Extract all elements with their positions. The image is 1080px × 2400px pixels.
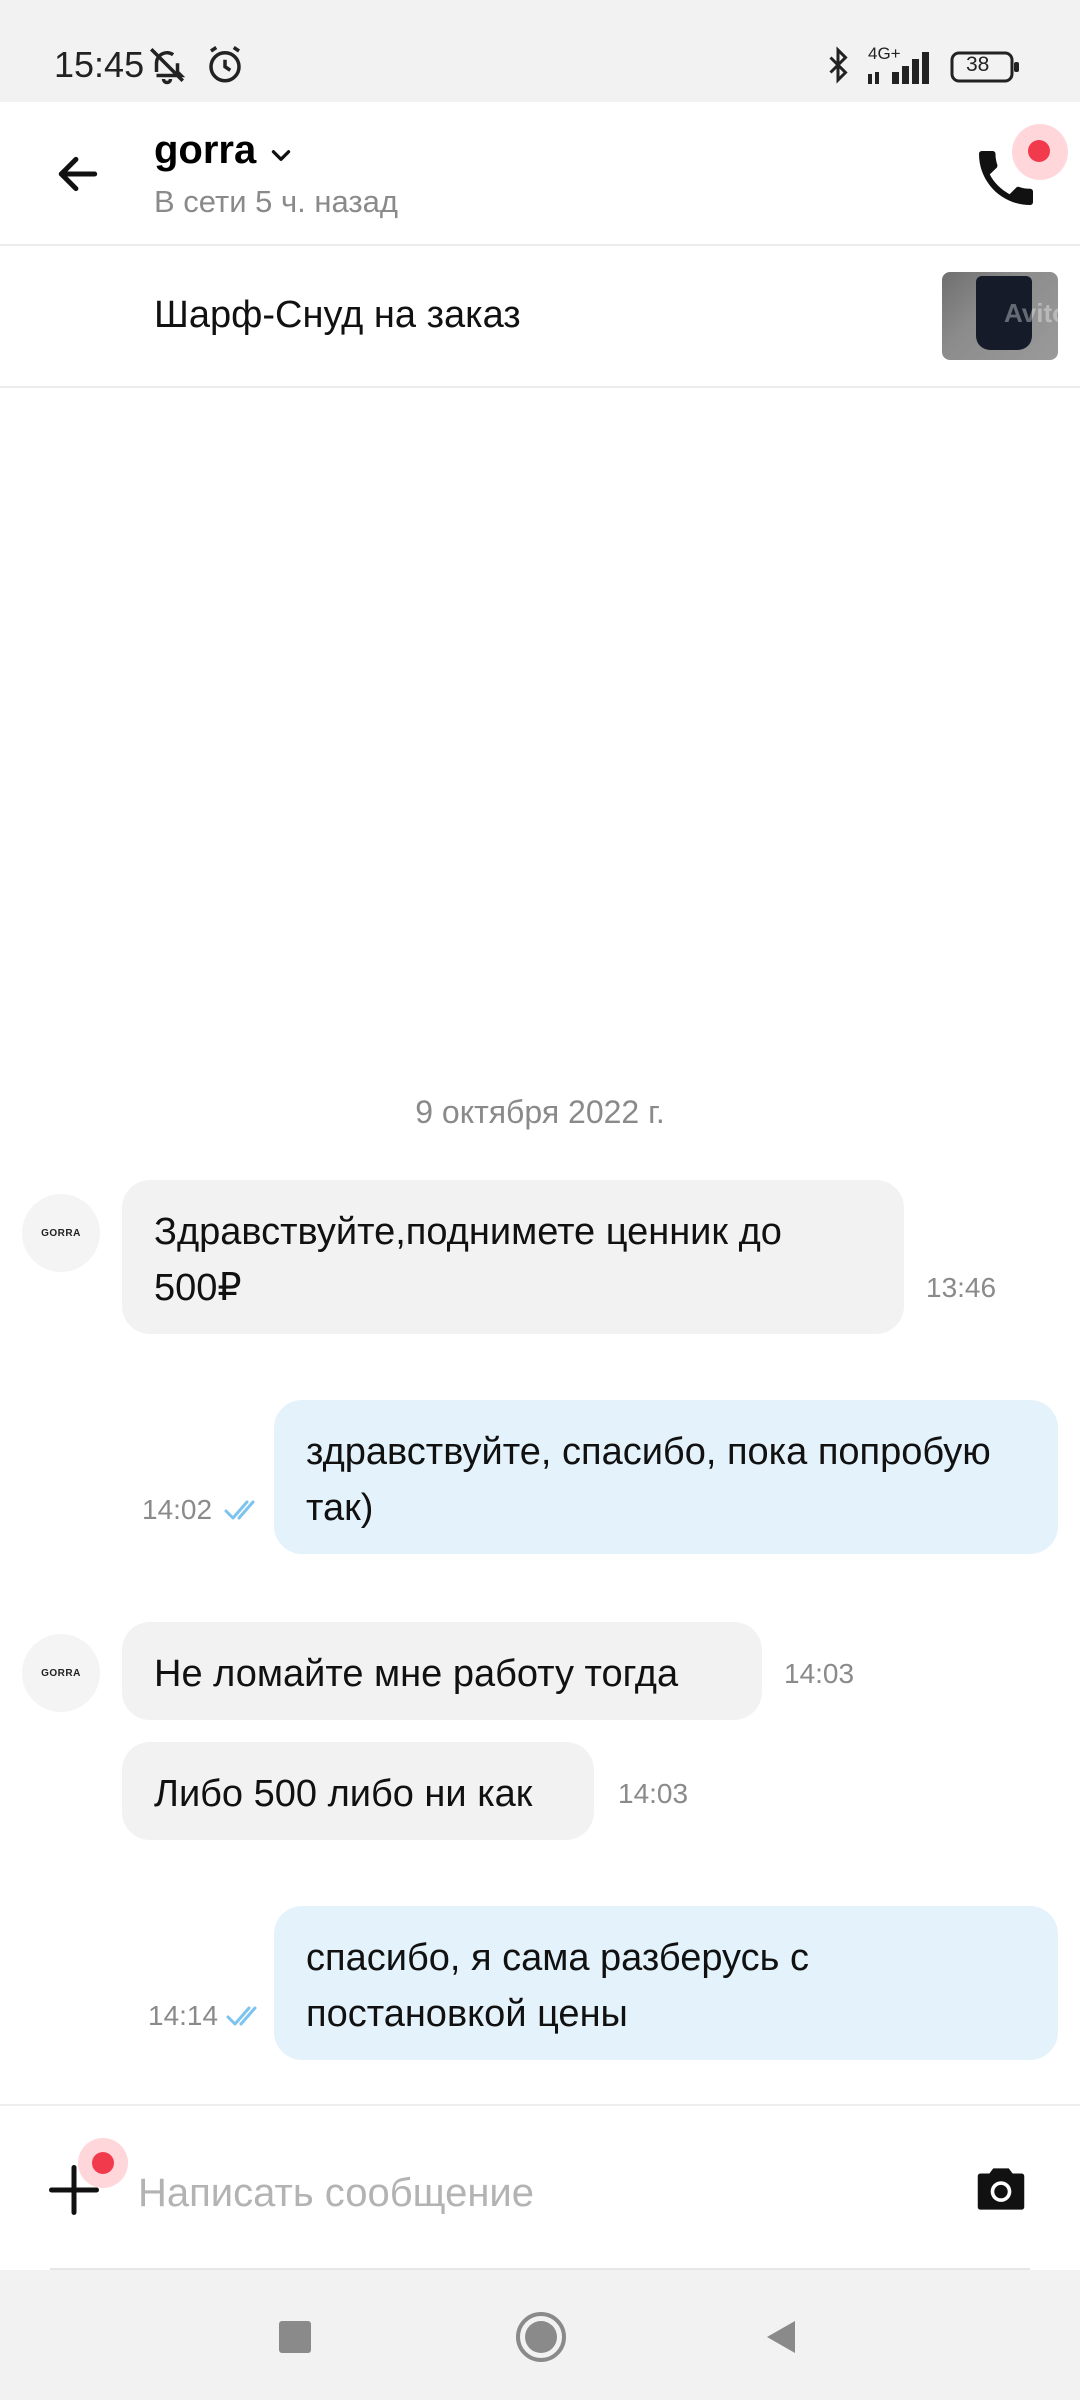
back-button[interactable] <box>40 136 116 212</box>
bell-off-icon <box>146 44 188 91</box>
battery-level: 38 <box>966 53 990 76</box>
message-text: Либо 500 либо ни как <box>154 1773 533 1815</box>
message-outgoing[interactable]: здравствуйте, спасибо, пока попробую так… <box>274 1400 1058 1554</box>
camera-icon <box>977 2168 1025 2210</box>
chat-header: gorra В сети 5 ч. назад <box>0 102 1080 246</box>
message-incoming[interactable]: Не ломайте мне работу тогда <box>122 1622 762 1720</box>
message-outgoing[interactable]: спасибо, я сама разберусь с постановкой … <box>274 1906 1058 2060</box>
back-triangle-icon <box>767 2321 795 2353</box>
back-nav-button[interactable] <box>746 2302 816 2372</box>
alarm-icon <box>204 44 246 91</box>
status-time: 15:45 <box>54 44 145 85</box>
notification-badge <box>1028 140 1050 162</box>
avatar[interactable]: GORRA <box>22 1194 100 1272</box>
message-time: 14:03 <box>618 1778 689 1809</box>
message-incoming[interactable]: Здравствуйте,поднимете ценник до 500₽ <box>122 1180 904 1334</box>
status-bar: 15:45 4G+ 38 <box>0 0 1080 102</box>
contact-status: В сети 5 ч. назад <box>154 184 398 219</box>
home-button[interactable] <box>506 2302 576 2372</box>
system-nav-bar <box>0 2270 1080 2400</box>
bluetooth-icon <box>820 44 856 91</box>
item-title[interactable]: Шарф-Снуд на заказ <box>154 294 521 337</box>
date-separator: 9 октября 2022 г. <box>415 1094 665 1130</box>
message-text: спасибо, я сама разберусь с постановкой … <box>306 1937 809 2035</box>
home-circle-icon <box>516 2312 566 2362</box>
message-text: Здравствуйте,поднимете ценник до 500₽ <box>154 1211 782 1309</box>
message-composer <box>0 2104 1080 2270</box>
arrow-left-icon <box>58 156 98 192</box>
read-ticks-icon <box>224 1496 264 1529</box>
signal-icon <box>868 50 938 89</box>
message-text: Не ломайте мне работу тогда <box>154 1653 679 1695</box>
chevron-down-icon[interactable] <box>268 142 294 173</box>
message-time: 14:14 <box>148 2000 219 2031</box>
message-time: 14:02 <box>142 1494 213 1525</box>
avatar[interactable]: GORRA <box>22 1634 100 1712</box>
message-input[interactable] <box>138 2158 938 2228</box>
recents-square-icon <box>279 2321 311 2353</box>
item-bar[interactable]: Шарф-Снуд на заказ Avito <box>0 246 1080 388</box>
attach-badge <box>92 2152 114 2174</box>
recents-button[interactable] <box>260 2302 330 2372</box>
message-time: 14:03 <box>784 1658 855 1689</box>
message-time: 13:46 <box>926 1272 997 1303</box>
message-incoming[interactable]: Либо 500 либо ни как <box>122 1742 594 1840</box>
item-thumbnail[interactable]: Avito <box>942 272 1058 360</box>
watermark-text: Avito <box>1004 298 1058 328</box>
contact-name[interactable]: gorra <box>154 128 256 173</box>
read-ticks-icon <box>226 2002 266 2035</box>
camera-button[interactable] <box>970 2158 1036 2224</box>
message-text: здравствуйте, спасибо, пока попробую так… <box>306 1431 991 1529</box>
